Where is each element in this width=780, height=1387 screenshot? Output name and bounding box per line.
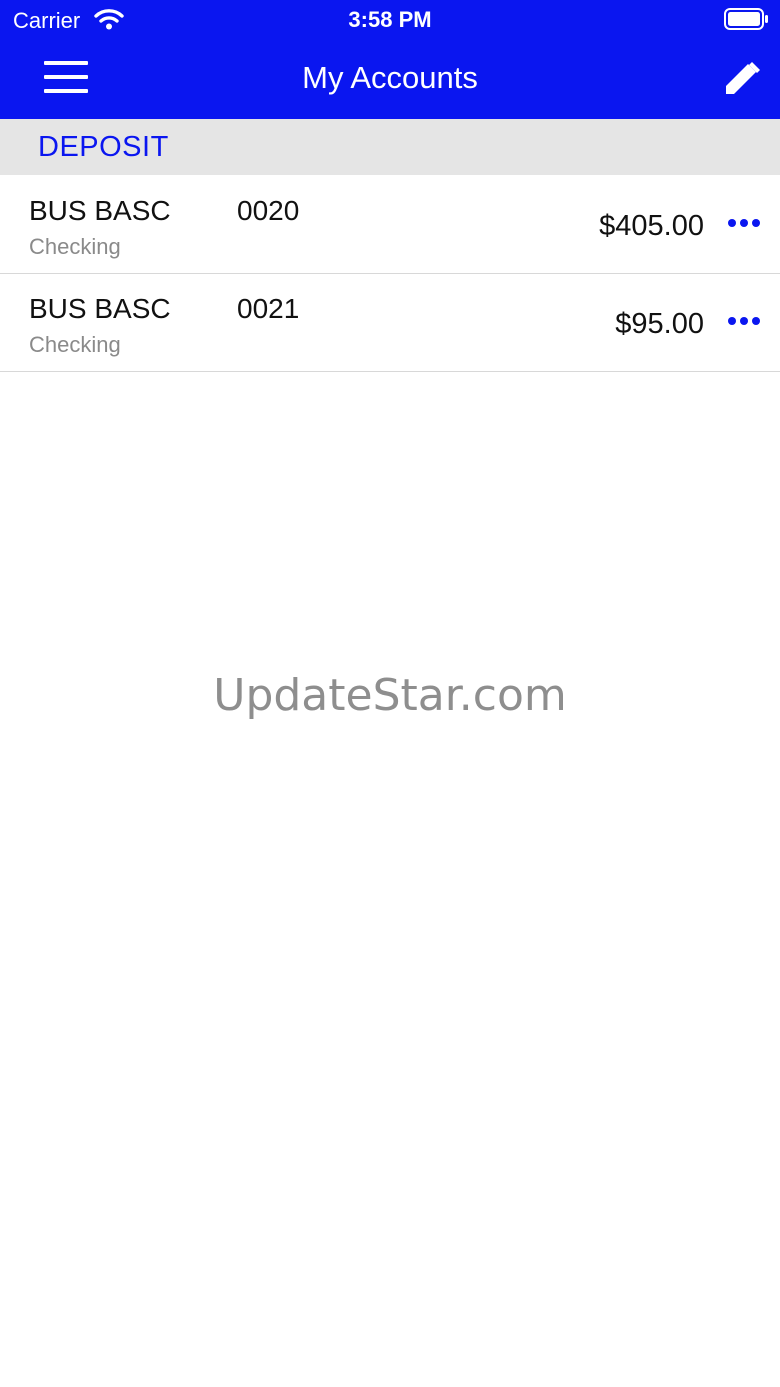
account-row[interactable]: BUS BASC 0020 Checking $405.00 [0, 176, 780, 274]
edit-button[interactable] [718, 56, 766, 104]
watermark-text: UpdateStar.com [213, 670, 567, 721]
account-type: Checking [29, 332, 121, 357]
more-options-button[interactable] [724, 304, 764, 340]
section-header-deposit: DEPOSIT [0, 119, 780, 175]
account-balance: $95.00 [615, 308, 704, 340]
account-number: 0020 [237, 195, 300, 226]
more-horizontal-icon [727, 313, 761, 331]
status-bar: Carrier 3:58 PM [0, 0, 780, 40]
pencil-edit-icon [724, 60, 760, 101]
more-horizontal-icon [727, 215, 761, 233]
section-label: DEPOSIT [38, 131, 169, 163]
status-time: 3:58 PM [348, 7, 432, 32]
page-title: My Accounts [302, 60, 478, 95]
battery-icon [724, 8, 770, 35]
account-name: BUS BASC [29, 293, 171, 324]
account-row[interactable]: BUS BASC 0021 Checking $95.00 [0, 274, 780, 372]
account-number: 0021 [237, 293, 300, 324]
account-balance: $405.00 [599, 210, 704, 242]
account-type: Checking [29, 234, 121, 259]
account-name: BUS BASC [29, 195, 171, 226]
more-options-button[interactable] [724, 206, 764, 242]
navigation-bar: My Accounts [0, 40, 780, 119]
